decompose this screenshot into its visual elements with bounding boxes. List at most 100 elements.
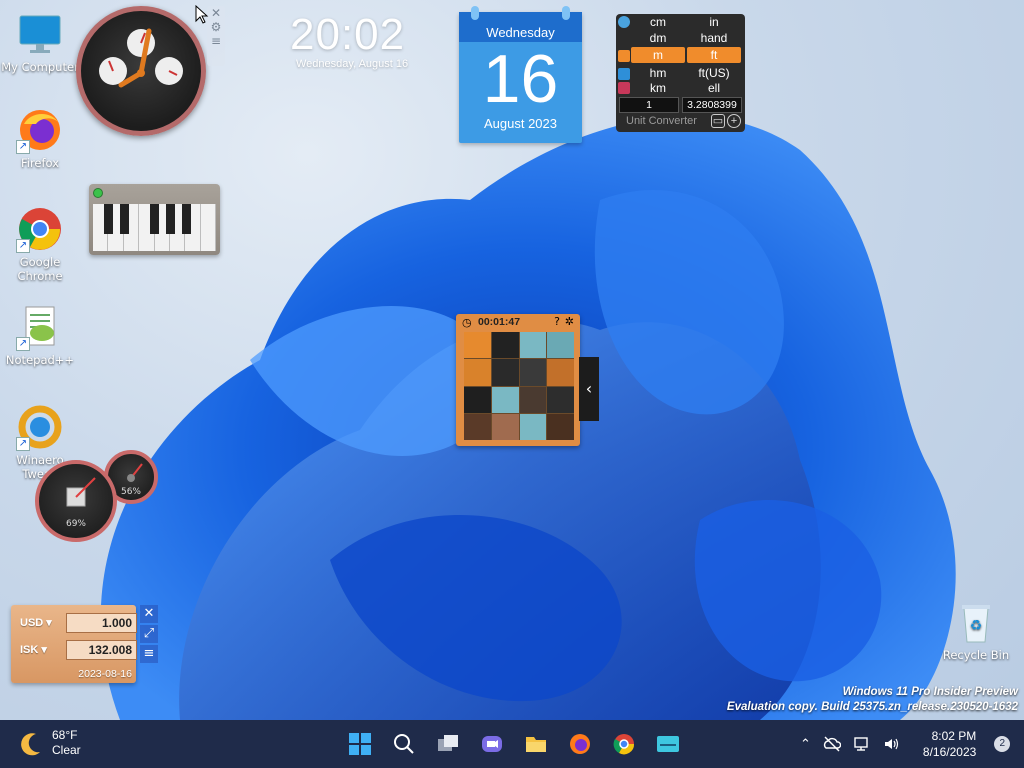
volume-icon[interactable] — [618, 68, 630, 80]
unit-row[interactable]: dm hand — [630, 30, 742, 46]
piano-black-key[interactable] — [104, 204, 113, 234]
resize-icon[interactable]: ⤢ — [140, 625, 158, 643]
chrome-icon: ↗ — [16, 205, 64, 253]
network-icon[interactable] — [853, 736, 871, 752]
shortcut-arrow-icon: ↗ — [16, 437, 30, 451]
currency-converter-gadget[interactable]: USD ▾ 1.000 ISK ▾ 132.008 2023-08-16 — [11, 605, 137, 683]
cpu-meter[interactable]: 69% — [35, 460, 117, 542]
unit-row[interactable]: cm in — [630, 14, 742, 30]
temperature-icon[interactable] — [618, 16, 630, 28]
puzzle-collapse-chevron-icon[interactable]: ‹ — [579, 357, 599, 421]
desktop-icon-firefox[interactable]: ↗ Firefox — [0, 106, 80, 170]
currency-to-input[interactable]: 132.008 — [66, 640, 137, 660]
clock-face — [99, 28, 183, 88]
desktop-icon-notepadpp[interactable]: ↗ Notepad++ — [0, 303, 80, 367]
currency-to-code[interactable]: ISK ▾ — [20, 643, 47, 656]
unit-input-left[interactable]: 1 — [619, 97, 679, 113]
gadgets-icon — [657, 736, 679, 752]
mass-icon[interactable] — [618, 82, 630, 94]
shortcut-arrow-icon: ↗ — [16, 239, 30, 253]
notification-badge[interactable]: 2 — [994, 736, 1011, 752]
onedrive-offline-icon[interactable] — [823, 736, 841, 752]
piano-black-key[interactable] — [150, 204, 159, 234]
help-icon[interactable]: ? — [554, 315, 560, 328]
puzzle-tile[interactable] — [464, 332, 491, 359]
chrome-taskbar-button[interactable] — [606, 726, 642, 762]
desktop-icon-recycle-bin[interactable]: ♻ Recycle Bin — [936, 598, 1016, 662]
calendar-day: 16 — [482, 41, 559, 117]
currency-row-to[interactable]: ISK ▾ 132.008 — [17, 639, 137, 661]
desktop-icon-label: Recycle Bin — [942, 648, 1010, 662]
puzzle-grid[interactable] — [464, 332, 574, 440]
puzzle-tile[interactable] — [547, 359, 574, 386]
puzzle-tile[interactable] — [547, 413, 574, 440]
unit-converter-gadget[interactable]: cm in dm hand m ft hm ft(US) km ell 1 3.28083… — [616, 14, 745, 132]
puzzle-gadget[interactable]: 00:01:47 ◷ ? ✲ — [456, 314, 580, 446]
weather-desc: Clear — [52, 743, 81, 757]
weather-widget[interactable]: 68°F Clear — [18, 728, 81, 758]
desktop-icon-my-computer[interactable]: My Computer — [0, 10, 80, 74]
gadget-toolbar: ✕ ⚙ ≡ — [207, 6, 225, 66]
gear-icon[interactable]: ⚙ — [207, 20, 225, 34]
evaluation-watermark: Windows 11 Pro Insider Preview Evaluatio… — [726, 686, 1018, 713]
analog-clock-gadget[interactable] — [76, 6, 206, 136]
currency-toolbar: ✕ ⤢ ≡ — [140, 605, 158, 665]
puzzle-tile[interactable] — [464, 359, 491, 386]
add-icon[interactable]: + — [727, 114, 741, 128]
settings-icon[interactable]: ✲ — [565, 315, 574, 328]
puzzle-timer: 00:01:47 — [478, 316, 521, 328]
puzzle-tile[interactable] — [491, 332, 519, 359]
comment-icon[interactable]: ▭ — [711, 114, 725, 128]
close-icon[interactable]: ✕ — [140, 605, 158, 623]
drag-handle-icon[interactable]: ≡ — [140, 645, 158, 663]
puzzle-tile[interactable] — [519, 413, 547, 440]
puzzle-tile[interactable] — [519, 332, 547, 359]
task-view-button[interactable] — [430, 726, 466, 762]
puzzle-tile[interactable] — [464, 386, 491, 413]
currency-from-code[interactable]: USD ▾ — [20, 616, 52, 629]
unit-row-selected[interactable]: m ft — [630, 47, 742, 63]
start-button[interactable] — [342, 726, 378, 762]
calendar-ring-icon — [471, 6, 479, 20]
currency-date: 2023-08-16 — [78, 668, 132, 680]
volume-icon[interactable] — [883, 736, 901, 752]
piano-black-key[interactable] — [182, 204, 191, 234]
piano-gadget[interactable] — [89, 184, 220, 255]
puzzle-tile[interactable] — [491, 359, 519, 386]
desktop-icon-google-chrome[interactable]: ↗ Google Chrome — [0, 205, 80, 283]
puzzle-tile[interactable] — [464, 413, 491, 440]
piano-black-key[interactable] — [166, 204, 175, 234]
piano-white-key[interactable] — [201, 204, 216, 251]
puzzle-tile[interactable] — [519, 386, 547, 413]
unit-input-right[interactable]: 3.2808399 — [682, 97, 742, 113]
calendar-gadget[interactable]: Wednesday 16 August 2023 — [459, 6, 582, 143]
piano-black-key[interactable] — [120, 204, 129, 234]
weather-temp: 68°F — [52, 728, 78, 742]
currency-from-input[interactable]: 1.000 — [66, 613, 137, 633]
unit-row[interactable]: km ell — [630, 80, 742, 96]
firefox-taskbar-button[interactable] — [562, 726, 598, 762]
puzzle-tile[interactable] — [491, 386, 519, 413]
file-explorer-button[interactable] — [518, 726, 554, 762]
taskbar-clock[interactable]: 8:02 PM 8/16/2023 — [923, 728, 976, 760]
currency-row-from[interactable]: USD ▾ 1.000 — [17, 612, 137, 634]
length-icon[interactable] — [618, 50, 630, 62]
digital-clock-time: 20:02 — [290, 10, 406, 59]
piano-keys[interactable] — [93, 204, 216, 251]
puzzle-tile[interactable] — [547, 386, 574, 413]
power-led-icon[interactable] — [93, 188, 103, 198]
puzzle-tile-empty[interactable] — [491, 413, 519, 440]
gadget-app-button[interactable] — [650, 726, 686, 762]
chevron-up-icon[interactable]: ⌃ — [800, 736, 811, 752]
search-button[interactable] — [386, 726, 422, 762]
desktop-icon-label: Firefox — [20, 156, 60, 170]
teams-chat-button[interactable] — [474, 726, 510, 762]
unit-row[interactable]: hm ft(US) — [630, 65, 742, 81]
puzzle-tile[interactable] — [547, 332, 574, 359]
svg-text:♻: ♻ — [970, 618, 983, 634]
firefox-icon — [570, 734, 590, 754]
close-icon[interactable]: ✕ — [207, 6, 225, 20]
drag-handle-icon[interactable]: ≡ — [207, 34, 225, 48]
notepadpp-icon: ↗ — [16, 303, 64, 351]
puzzle-tile[interactable] — [519, 359, 547, 386]
